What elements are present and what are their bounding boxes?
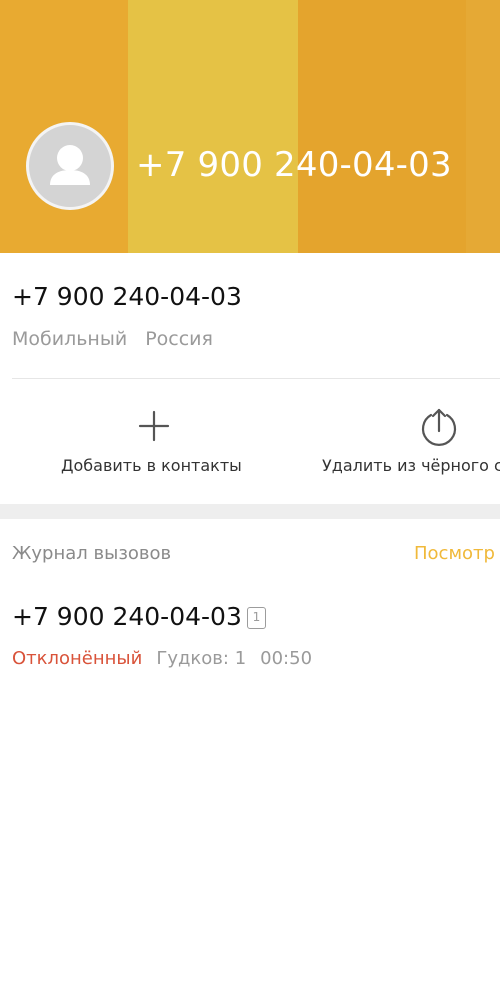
- header-stripe: [466, 0, 500, 253]
- phone-number[interactable]: +7 900 240-04-03: [12, 282, 242, 311]
- call-log-entry-number[interactable]: +7 900 240-04-03: [12, 602, 242, 631]
- upload-arrow-icon: [421, 408, 457, 446]
- view-all-link[interactable]: Посмотр: [414, 543, 495, 564]
- number-region: Россия: [145, 328, 213, 350]
- number-type: Мобильный: [12, 328, 128, 350]
- header-stripe: [298, 0, 466, 253]
- header-phone-number: +7 900 240-04-03: [136, 145, 452, 185]
- divider: [12, 378, 500, 379]
- call-log-title: Журнал вызовов: [12, 543, 172, 564]
- header-stripe: [128, 0, 298, 253]
- header: +7 900 240-04-03: [0, 0, 500, 253]
- ring-count: Гудков: 1: [156, 648, 247, 669]
- call-log-entry-meta: Отклонённый Гудков: 1 00:50: [12, 648, 312, 669]
- number-meta: Мобильный Россия: [12, 328, 213, 350]
- person-placeholder-icon: [50, 145, 90, 185]
- contact-detail-screen: +7 900 240-04-03 +7 900 240-04-03 Мобиль…: [0, 0, 500, 1000]
- add-to-contacts-label: Добавить в контакты: [61, 456, 242, 475]
- avatar[interactable]: [26, 122, 114, 210]
- call-time: 00:50: [260, 648, 313, 669]
- plus-icon: [138, 410, 170, 442]
- remove-from-blacklist-label: Удалить из чёрного с: [322, 456, 500, 475]
- sim-card-icon: 1: [247, 607, 266, 629]
- section-separator: [0, 504, 500, 519]
- call-status: Отклонённый: [12, 648, 143, 669]
